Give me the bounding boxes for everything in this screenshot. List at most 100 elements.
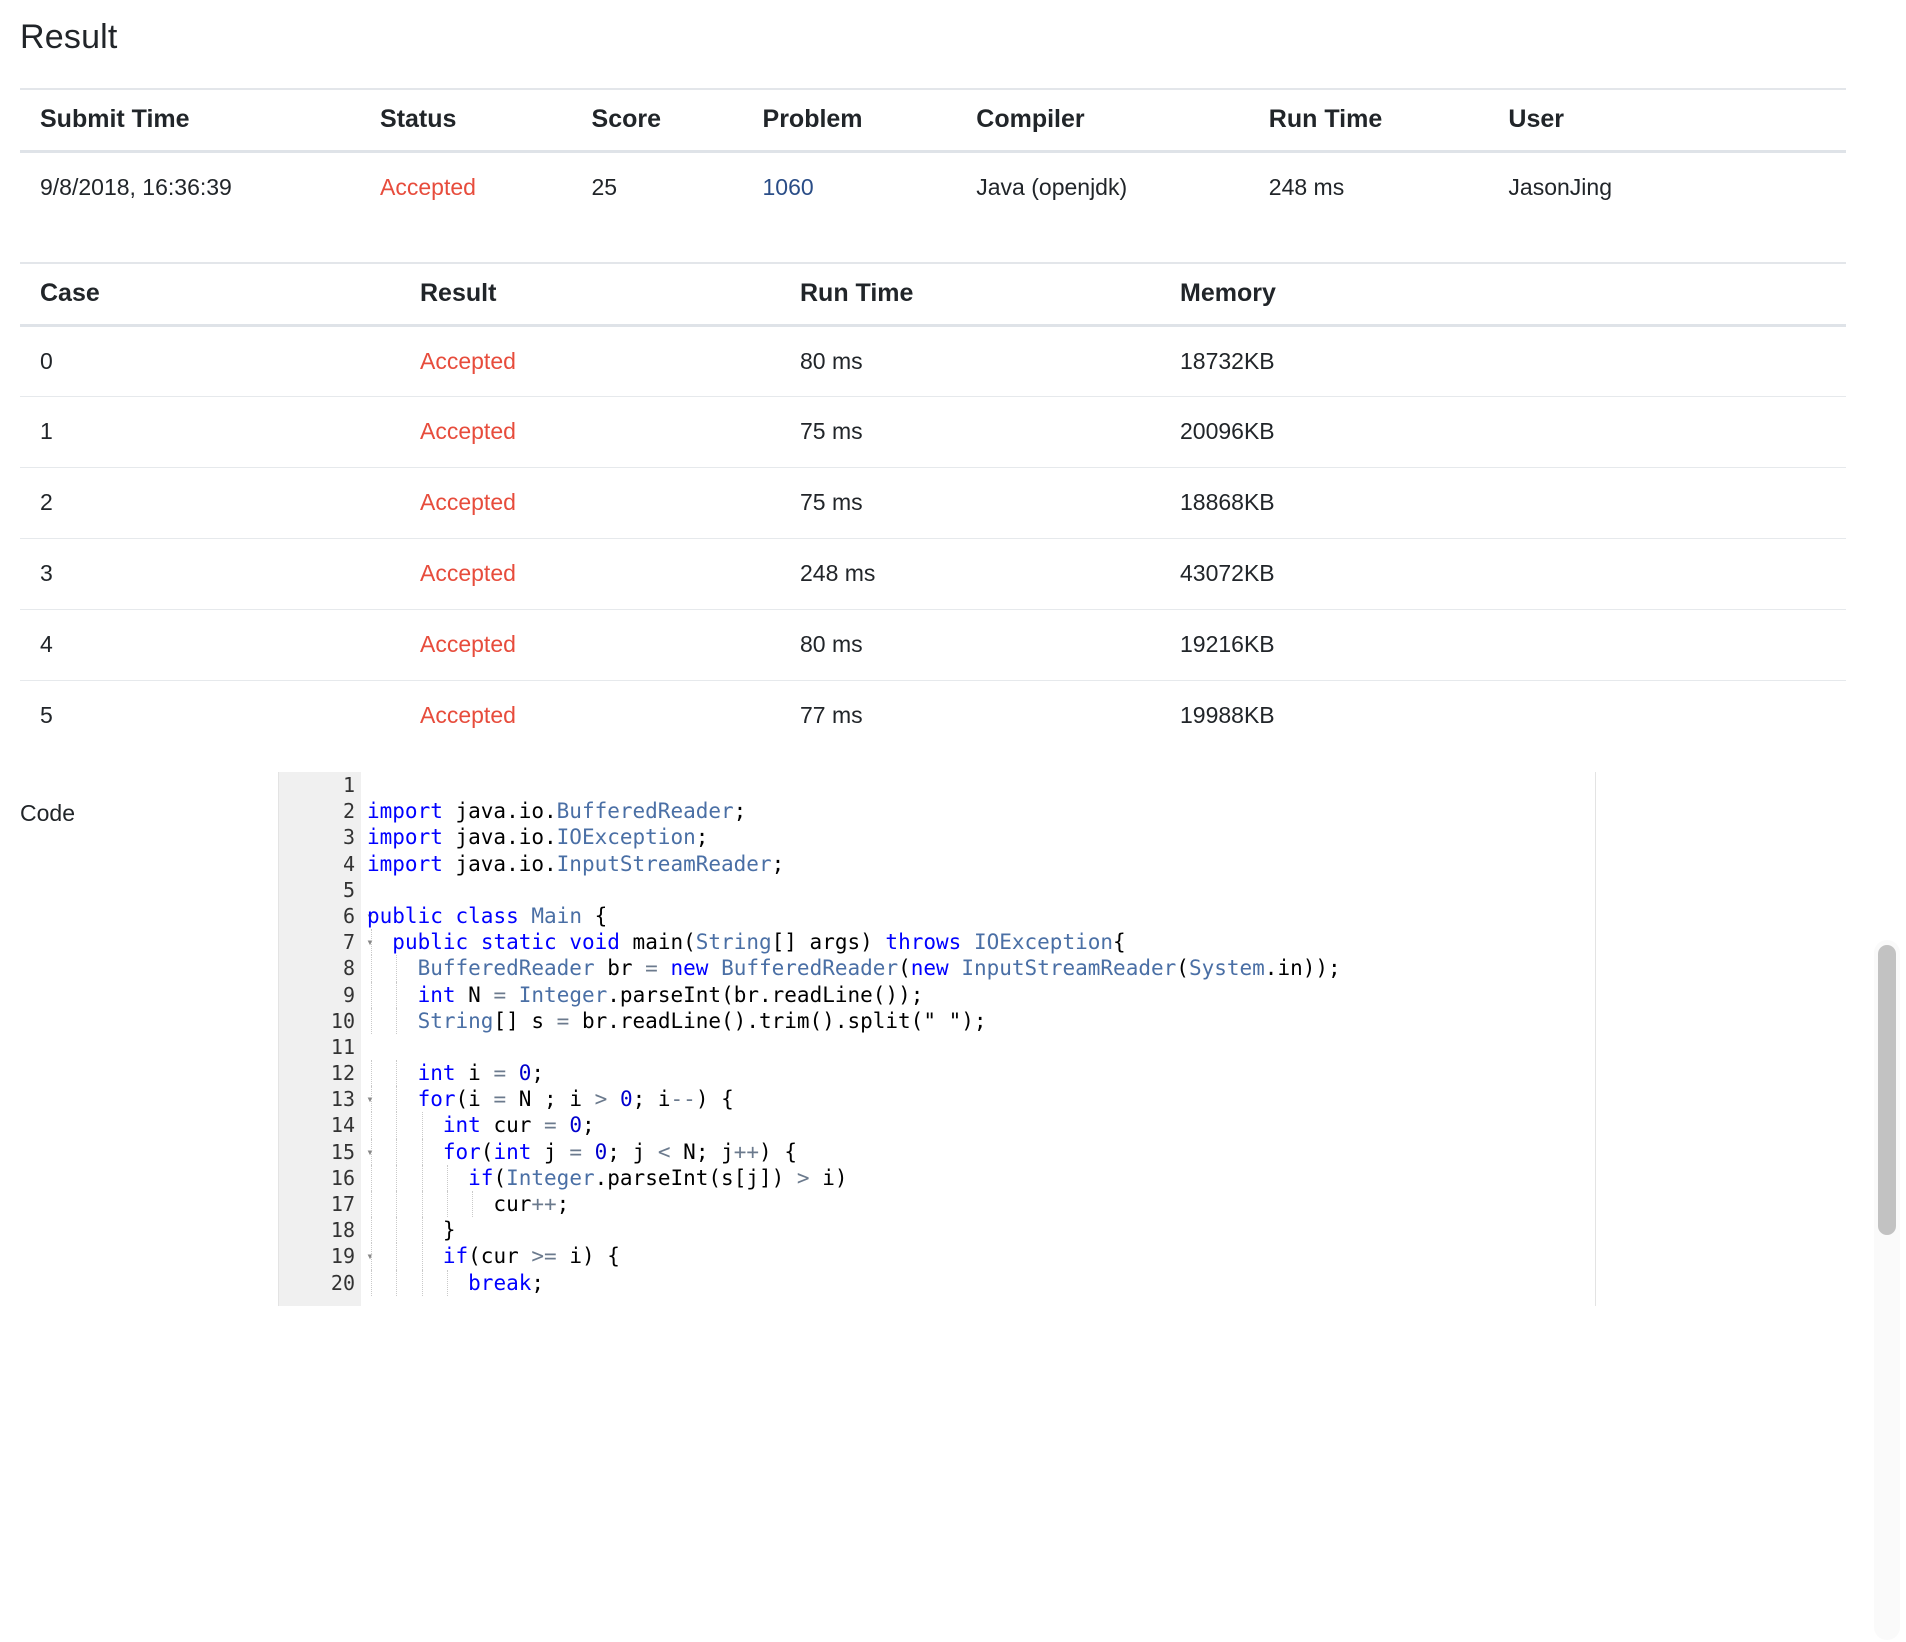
indent-guide bbox=[371, 1191, 372, 1218]
indent-guide bbox=[421, 1164, 423, 1191]
table-row: 5 Accepted 77 ms 19988KB bbox=[20, 680, 1846, 751]
column-header-user: User bbox=[1508, 88, 1846, 153]
submission-table-header: Submit Time Status Score Problem Compile… bbox=[20, 88, 1846, 153]
indent-guide bbox=[396, 1217, 398, 1244]
cell-case-run-time: 77 ms bbox=[800, 702, 863, 729]
cell-case-index: 4 bbox=[20, 609, 420, 681]
line-number: 7 ▾ bbox=[279, 929, 374, 955]
cell-case-run-time: 80 ms bbox=[800, 609, 1180, 681]
code-line: import java.io.IOException; bbox=[367, 825, 709, 850]
indent-guide bbox=[396, 1007, 398, 1034]
code-line: for(int j = 0; j < N; j++) { bbox=[367, 1138, 1595, 1165]
line-number: 19 ▾ bbox=[279, 1243, 374, 1269]
code-line: import java.io.BufferedReader; bbox=[367, 799, 747, 824]
indent-guide bbox=[371, 929, 372, 956]
indent-guide bbox=[371, 1217, 372, 1244]
case-table-body: 0 Accepted 80 ms 18732KB 1 Accepted 75 ms 20096… bbox=[20, 325, 1846, 751]
result-page: Result Submit Time Status Score Problem … bbox=[0, 0, 1906, 1642]
line-number: 17 bbox=[330, 1192, 355, 1216]
cell-case-run-time: 248 ms bbox=[800, 538, 1180, 610]
indent-guide bbox=[396, 1269, 398, 1296]
indent-guide bbox=[371, 1112, 372, 1139]
cell-case-result: Accepted bbox=[420, 680, 800, 751]
column-header-status: Status bbox=[380, 88, 592, 153]
cell-run-time: 248 ms bbox=[1268, 173, 1345, 200]
indent-guide bbox=[421, 1243, 423, 1270]
column-header-case: Case bbox=[20, 262, 420, 327]
line-number: 10 bbox=[330, 1008, 355, 1033]
code-line: int cur = 0; bbox=[367, 1112, 1595, 1139]
status-badge: Accepted bbox=[380, 173, 476, 200]
cell-case-result: Accepted bbox=[420, 325, 800, 397]
indent-guide bbox=[446, 1191, 448, 1218]
page-scrollbar-thumb[interactable] bbox=[1878, 945, 1896, 1235]
submission-table-body: 9/8/2018, 16:36:39 Accepted 25 1060 Java… bbox=[20, 151, 1846, 222]
code-line: for(i = N ; i > 0; i--) { bbox=[367, 1086, 1595, 1113]
cell-case-index: 2 bbox=[20, 467, 420, 539]
cell-case-result: Accepted bbox=[420, 609, 800, 681]
line-number: 16 bbox=[330, 1165, 355, 1190]
indent-guide bbox=[396, 1086, 398, 1113]
code-line: int i = 0; bbox=[367, 1060, 1595, 1087]
indent-guide bbox=[371, 1138, 372, 1165]
code-editor-gutter: 1 2 3 4 5 6 ▾ 7 ▾ 8 9 10 11 12 13 ▾ 14 15 ▾ 16 17 18 19 ▾ 20 bbox=[279, 772, 374, 1306]
line-number: 3 bbox=[342, 825, 355, 850]
table-row: 2 Accepted 75 ms 18868KB bbox=[20, 467, 1846, 539]
cell-case-memory: 20096KB bbox=[1180, 396, 1846, 468]
indent-guide bbox=[421, 1138, 423, 1165]
table-row: 1 Accepted 75 ms 20096KB bbox=[20, 396, 1846, 468]
cell-case-run-time: 80 ms bbox=[800, 325, 1180, 397]
line-number: 15 ▾ bbox=[279, 1139, 374, 1165]
indent-guide bbox=[371, 1086, 372, 1113]
submission-table: Submit Time Status Score Problem Compile… bbox=[20, 88, 1846, 222]
code-line: break; bbox=[367, 1269, 1595, 1296]
cell-case-result: Accepted bbox=[420, 396, 800, 468]
line-number: 9 bbox=[342, 982, 355, 1007]
line-number: 4 bbox=[342, 851, 355, 876]
line-number: 14 bbox=[330, 1113, 355, 1138]
column-header-submit-time: Submit Time bbox=[20, 88, 381, 153]
line-number: 20 bbox=[330, 1270, 355, 1295]
cell-problem: 1060 bbox=[763, 151, 977, 222]
indent-guide bbox=[446, 1164, 448, 1191]
code-line: cur++; bbox=[367, 1191, 570, 1218]
code-line: BufferedReader br = new BufferedReader(n… bbox=[367, 955, 1595, 982]
indent-guide bbox=[421, 1191, 423, 1218]
column-header-result: Result bbox=[420, 262, 800, 327]
code-editor-content[interactable]: import java.io.BufferedReader; import jav… bbox=[361, 772, 1595, 1306]
line-number: 1 bbox=[342, 773, 355, 797]
cell-case-index: 0 bbox=[20, 325, 420, 397]
table-row: 4 Accepted 80 ms 19216KB bbox=[20, 609, 1846, 681]
code-editor[interactable]: 1 2 3 4 5 6 ▾ 7 ▾ 8 9 10 11 12 13 ▾ 14 15 ▾ 16 17 18 19 ▾ 20 imp… bbox=[278, 772, 1596, 1306]
indent-guide bbox=[371, 1060, 372, 1087]
code-line: if(Integer.parseInt(s[j]) > i) bbox=[367, 1164, 1595, 1191]
line-number: 6 ▾ bbox=[279, 903, 374, 929]
indent-guide bbox=[421, 1112, 423, 1139]
indent-guide bbox=[371, 1269, 372, 1296]
code-line: if(cur >= i) { bbox=[367, 1243, 1595, 1270]
column-header-run-time: Run Time bbox=[800, 262, 1180, 327]
table-row: 3 Accepted 248 ms 43072KB bbox=[20, 538, 1846, 610]
indent-guide bbox=[421, 1217, 423, 1244]
indent-guide bbox=[421, 1269, 423, 1296]
cell-case-result: Accepted bbox=[420, 467, 800, 539]
column-header-problem: Problem bbox=[762, 88, 977, 153]
line-number: 5 bbox=[342, 877, 355, 902]
cell-user: JasonJing bbox=[1508, 173, 1612, 200]
table-row: 9/8/2018, 16:36:39 Accepted 25 1060 Java… bbox=[20, 151, 1846, 222]
cell-case-index: 5 bbox=[40, 702, 53, 729]
status-badge: Accepted bbox=[420, 631, 516, 657]
indent-guide bbox=[396, 1060, 398, 1087]
status-badge: Accepted bbox=[420, 347, 516, 374]
cell-score: 25 bbox=[591, 173, 618, 200]
code-line: public class Main { bbox=[367, 903, 608, 928]
cell-case-memory: 18732KB bbox=[1180, 325, 1846, 397]
problem-link[interactable]: 1060 bbox=[763, 174, 814, 200]
indent-guide bbox=[396, 955, 398, 982]
cell-submit-time: 9/8/2018, 16:36:39 bbox=[40, 173, 232, 200]
page-scrollbar-track[interactable] bbox=[1874, 940, 1900, 1640]
line-number: 11 bbox=[330, 1034, 355, 1059]
line-number: 13 ▾ bbox=[279, 1086, 374, 1112]
